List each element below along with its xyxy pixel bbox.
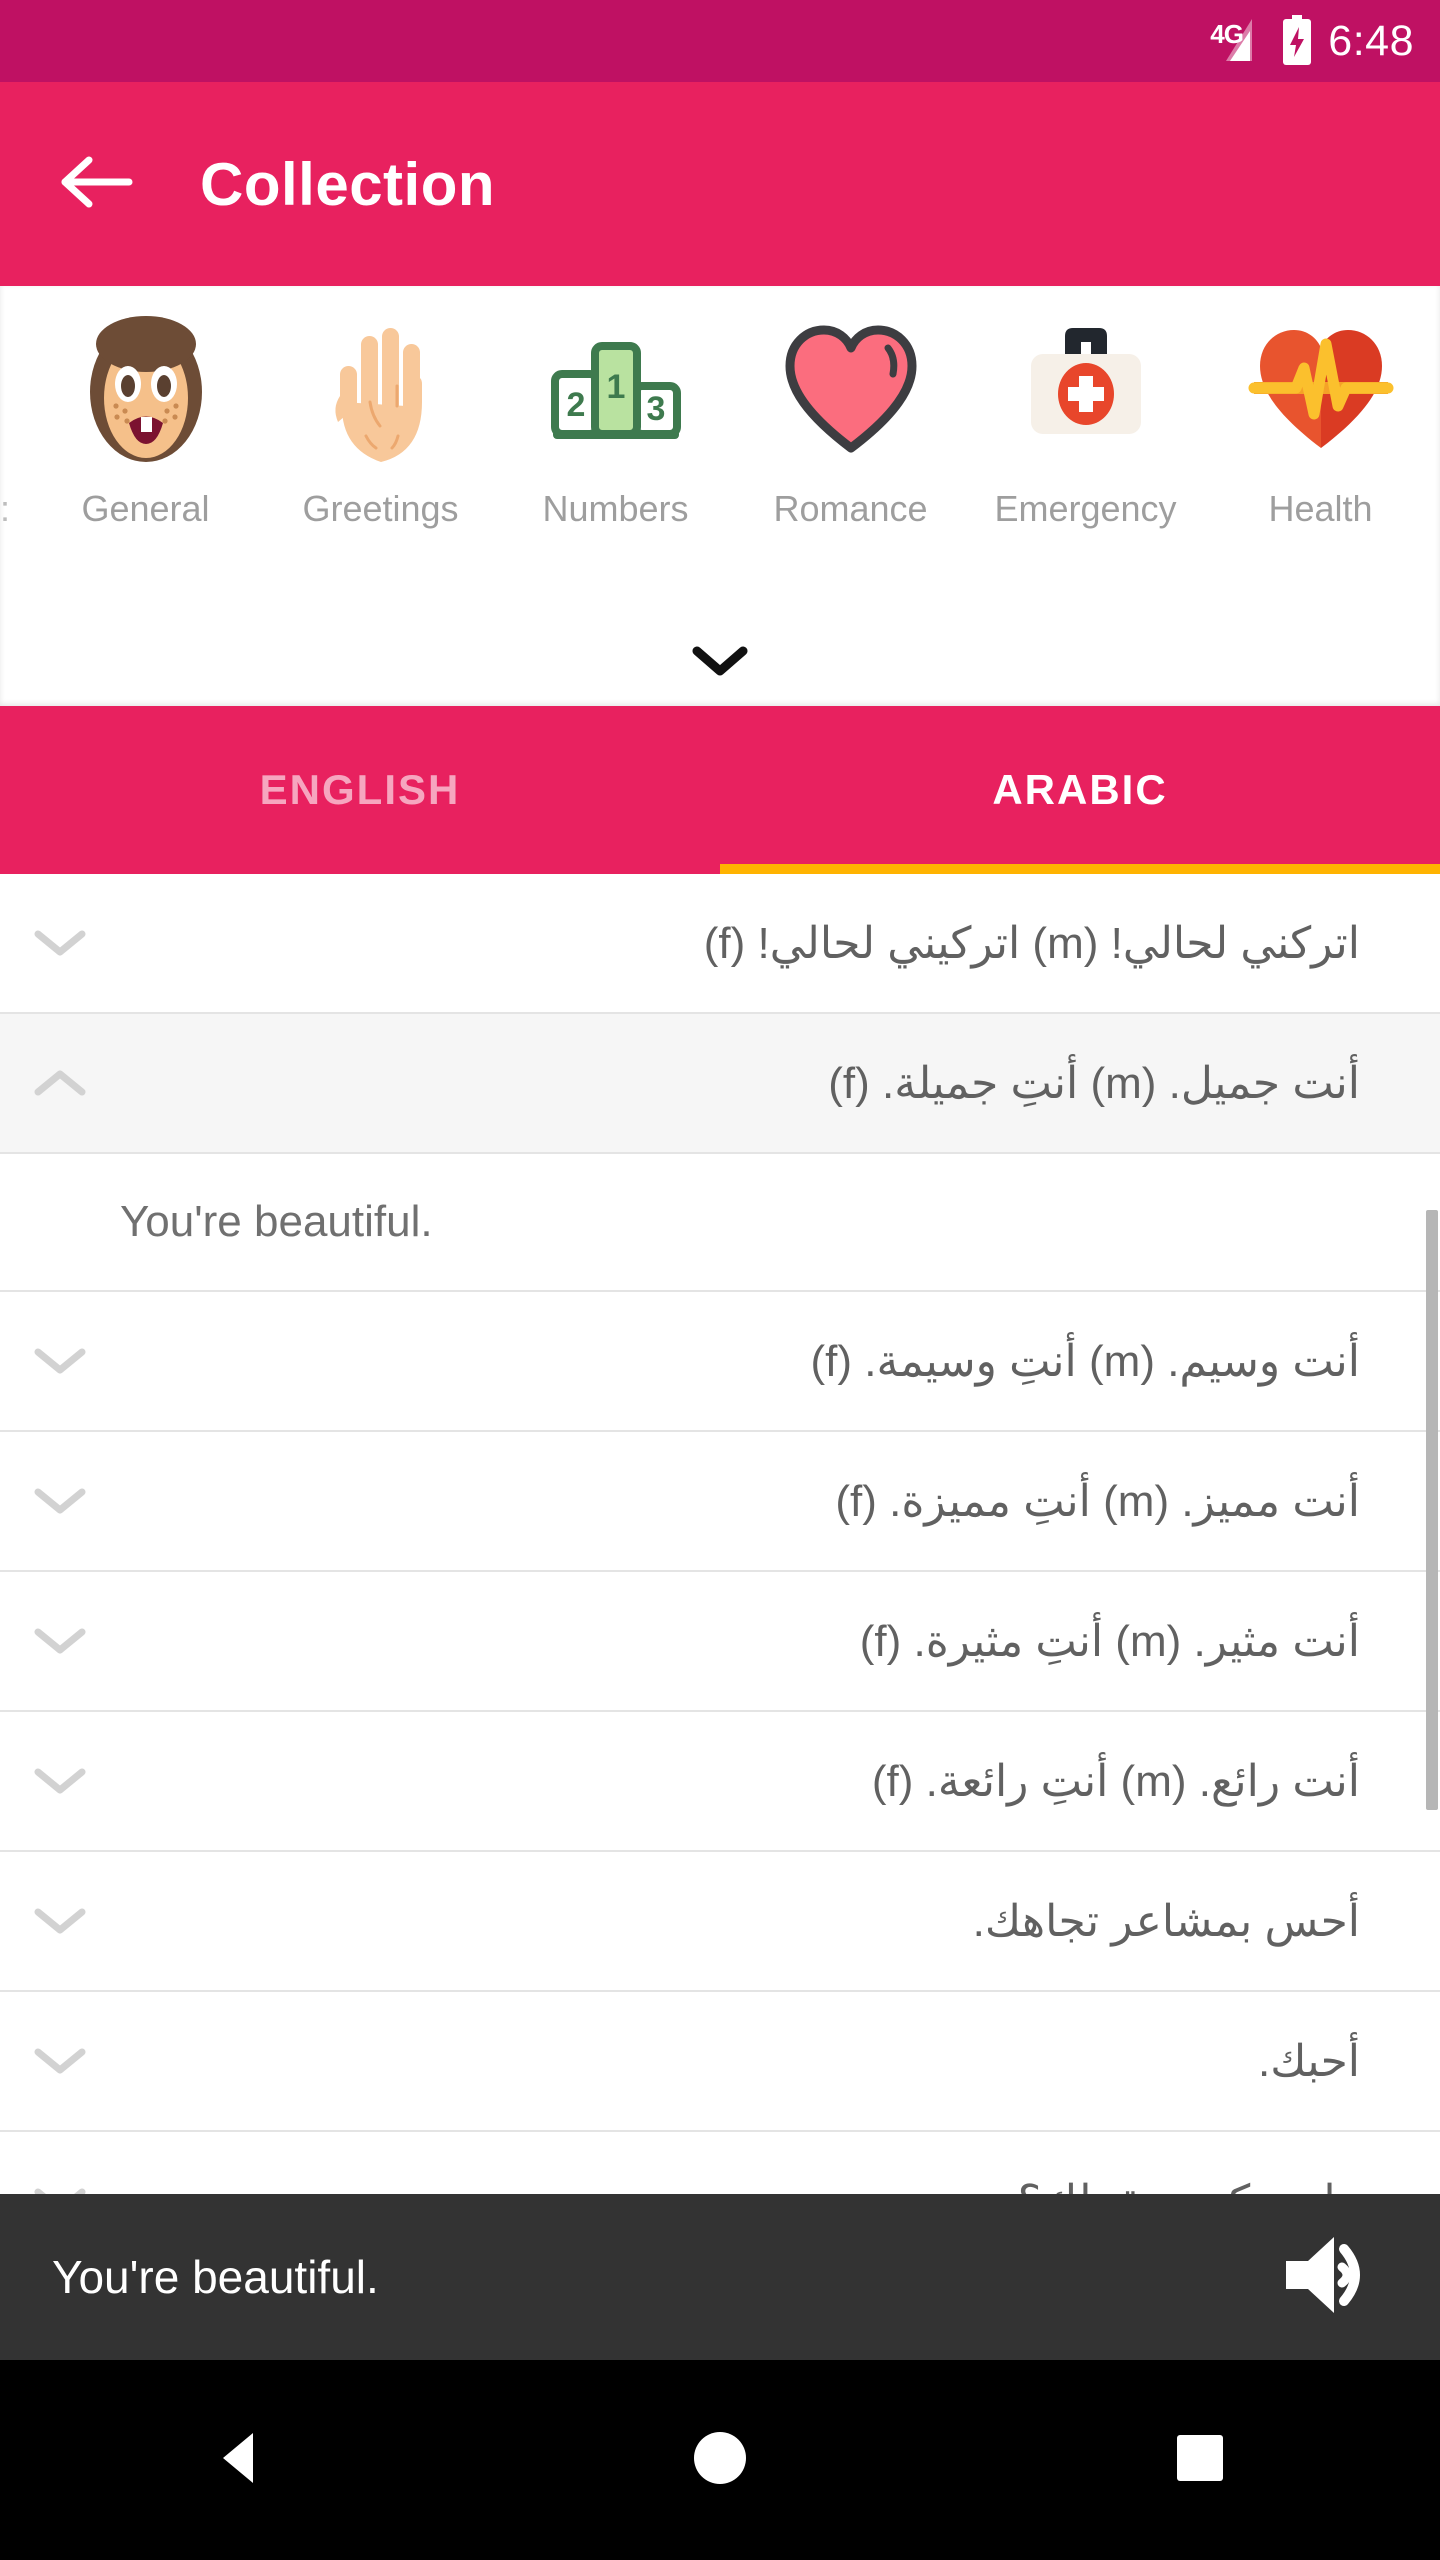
- status-bar: 4G 6:48: [0, 0, 1440, 82]
- phone-screen: 4G 6:48 Collection: General Greetings 2…: [0, 0, 1440, 2560]
- category-scroller[interactable]: : General Greetings 2 1 3 Numbers Romanc…: [0, 310, 1440, 610]
- category-label: Romance: [773, 488, 928, 529]
- category-item-emergency[interactable]: Emergency: [968, 310, 1203, 531]
- heartbeat-icon: [1246, 310, 1396, 470]
- chevron-down-icon[interactable]: [0, 874, 120, 1013]
- category-label: Health: [1268, 488, 1373, 529]
- chevron-down-icon[interactable]: [0, 1851, 120, 1991]
- chevron-down-icon[interactable]: [0, 1431, 120, 1571]
- first-aid-kit-icon: [1011, 310, 1161, 470]
- phrase-text: أنت وسيم. (m) أنتِ وسيمة. (f): [810, 1336, 1360, 1386]
- phrase-text: هل يمكنني تقبيلك؟: [120, 2174, 1440, 2195]
- translation-row[interactable]: You're beautiful.: [0, 1154, 1440, 1292]
- category-label: Emergency: [994, 488, 1177, 529]
- scrollbar-thumb[interactable]: [1426, 1210, 1438, 1810]
- table-row[interactable]: أنت مميز. (m) أنتِ مميزة. (f): [0, 1432, 1440, 1572]
- category-label: Numbers: [542, 488, 689, 529]
- table-row[interactable]: أحبك.: [0, 1992, 1440, 2132]
- nav-home-button[interactable]: [645, 2385, 795, 2535]
- girl-face-icon: [71, 310, 221, 470]
- category-label: :: [0, 488, 11, 529]
- clipped-label: [0, 310, 28, 470]
- category-item-general[interactable]: General: [28, 310, 263, 531]
- audio-player-bar: You're beautiful.: [0, 2194, 1440, 2360]
- back-button[interactable]: [48, 136, 144, 232]
- tab-english[interactable]: ENGLISH: [0, 706, 720, 874]
- phrase-text: أنت مميز. (m) أنتِ مميزة. (f): [835, 1476, 1360, 1526]
- chevron-up-icon[interactable]: [0, 1013, 120, 1153]
- pink-heart-icon: [776, 310, 926, 470]
- phrase-text: أنت رائع. (m) أنتِ رائعة. (f): [871, 1756, 1360, 1806]
- table-row[interactable]: أنت مثير. (m) أنتِ مثيرة. (f): [0, 1572, 1440, 1712]
- category-item-greetings[interactable]: Greetings: [263, 310, 498, 531]
- svg-text:3: 3: [646, 390, 665, 428]
- podium-123-icon: 2 1 3: [541, 310, 691, 470]
- nav-home-circle-icon: [689, 2427, 751, 2494]
- page-title: Collection: [200, 150, 496, 218]
- table-row[interactable]: أنت وسيم. (m) أنتِ وسيمة. (f): [0, 1292, 1440, 1432]
- raised-hand-icon: [306, 310, 456, 470]
- language-tabs: ENGLISH ARABIC: [0, 706, 1440, 874]
- category-label: Greetings: [302, 488, 459, 529]
- phrase-text: اتركني لحالي! (m) اتركيني لحالي! (f): [703, 918, 1360, 968]
- phrase-list[interactable]: اتركني لحالي! (m) اتركيني لحالي! (f) أنت…: [0, 874, 1440, 2194]
- tab-arabic[interactable]: ARABIC: [720, 706, 1440, 874]
- category-item-clipped[interactable]: :: [0, 310, 28, 531]
- table-row[interactable]: أنت جميل. (m) أنتِ جميلة. (f): [0, 1014, 1440, 1154]
- chevron-down-icon: [691, 643, 749, 684]
- chevron-down-icon[interactable]: [0, 2131, 120, 2194]
- table-row[interactable]: أحس بمشاعر تجاهك.: [0, 1852, 1440, 1992]
- phrase-text: أحس بمشاعر تجاهك.: [972, 1896, 1360, 1946]
- phrase-text: أحبك.: [1257, 2036, 1360, 2086]
- translation-text: You're beautiful.: [120, 1197, 433, 1246]
- category-item-health[interactable]: Health: [1203, 310, 1438, 531]
- table-row[interactable]: اتركني لحالي! (m) اتركيني لحالي! (f): [0, 874, 1440, 1014]
- app-bar: Collection: [0, 82, 1440, 286]
- signal-bars-icon: 4G: [1210, 15, 1266, 67]
- volume-speaker-icon: [1278, 2227, 1382, 2328]
- nav-back-button[interactable]: [165, 2385, 315, 2535]
- android-navigation-bar: [0, 2360, 1440, 2560]
- phrase-text: أنت مثير. (m) أنتِ مثيرة. (f): [859, 1616, 1360, 1666]
- player-phrase-text: You're beautiful.: [52, 2251, 379, 2303]
- category-item-romance[interactable]: Romance: [733, 310, 968, 531]
- chevron-down-icon[interactable]: [0, 1991, 120, 2131]
- list-scrollbar[interactable]: [1426, 874, 1440, 2194]
- category-expand-button[interactable]: [0, 643, 1440, 684]
- svg-text:2: 2: [566, 386, 585, 424]
- category-label: General: [81, 488, 210, 529]
- chevron-down-icon[interactable]: [0, 1571, 120, 1711]
- chevron-down-icon[interactable]: [0, 1711, 120, 1851]
- network-type-label: 4G: [1210, 19, 1244, 49]
- nav-recents-button[interactable]: [1125, 2385, 1275, 2535]
- svg-text:1: 1: [606, 368, 625, 406]
- battery-charging-icon: [1280, 15, 1314, 67]
- speaker-button[interactable]: [1270, 2217, 1390, 2337]
- nav-recents-square-icon: [1169, 2427, 1231, 2494]
- chevron-down-icon[interactable]: [0, 1291, 120, 1431]
- phrase-text: أنت جميل. (m) أنتِ جميلة. (f): [828, 1058, 1360, 1108]
- category-panel: : General Greetings 2 1 3 Numbers Romanc…: [0, 286, 1440, 706]
- nav-back-triangle-icon: [209, 2427, 271, 2494]
- back-arrow-icon: [59, 150, 133, 219]
- table-row[interactable]: هل يمكنني تقبيلك؟: [0, 2132, 1440, 2194]
- category-item-numbers[interactable]: 2 1 3 Numbers: [498, 310, 733, 531]
- status-bar-clock: 6:48: [1328, 16, 1414, 65]
- table-row[interactable]: أنت رائع. (m) أنتِ رائعة. (f): [0, 1712, 1440, 1852]
